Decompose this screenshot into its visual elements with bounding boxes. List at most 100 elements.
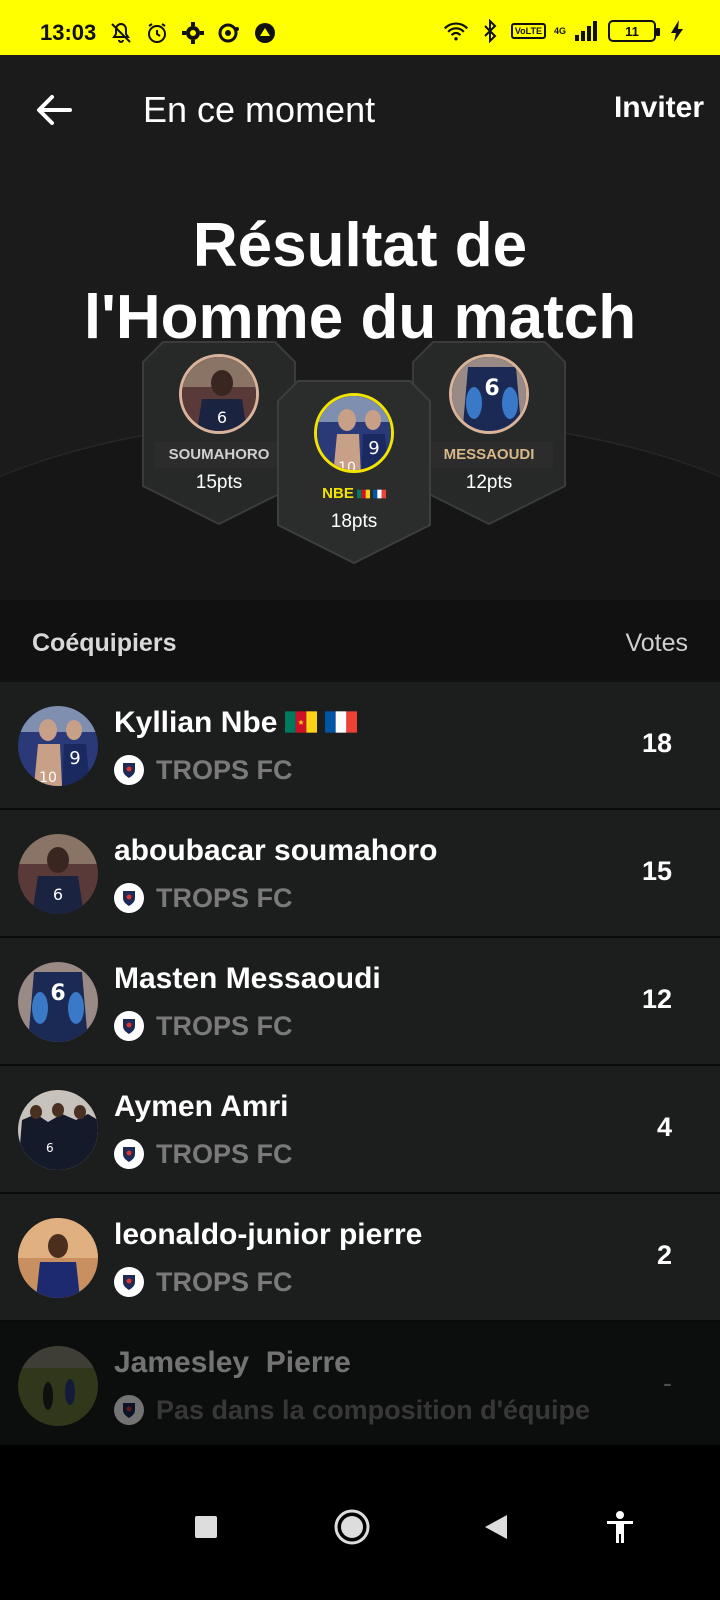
team-name: TROPS FC [156, 1138, 293, 1169]
player-team: TROPS FC [114, 1138, 293, 1170]
team-badge-icon [114, 755, 144, 785]
svg-text:6: 6 [46, 1141, 54, 1155]
page-title: En ce moment [143, 89, 376, 130]
player-team: TROPS FC [114, 1010, 293, 1042]
podium-card-first[interactable]: 9 10 NBE 18pts [276, 379, 432, 565]
player-row[interactable]: 9 10 Kyllian Nbe TROPS FC 18 [0, 682, 720, 810]
avatar: 6 [179, 354, 259, 434]
france-flag-icon [325, 711, 358, 733]
hero-title-line2: l'Homme du match [83, 283, 637, 352]
svg-text:10: 10 [338, 460, 356, 473]
vote-count: 4 [656, 1112, 672, 1142]
team-badge-icon [114, 1267, 144, 1297]
accessibility-icon [607, 1511, 633, 1543]
svg-text:6: 6 [217, 408, 227, 427]
player-name: leonaldo-junior pierre [114, 1218, 423, 1251]
player-row[interactable]: 6 Masten Messaoudi TROPS FC 12 [0, 938, 720, 1066]
list-header: Coéquipiers Votes [0, 600, 720, 682]
home-circle-icon [334, 1509, 370, 1545]
player-name: Aymen Amri [114, 1090, 289, 1123]
team-badge-icon [114, 1395, 144, 1425]
votes-header: Votes [625, 629, 688, 657]
team-name: TROPS FC [156, 1010, 293, 1041]
team-badge-icon [114, 1139, 144, 1169]
svg-text:6: 6 [484, 376, 499, 401]
arrow-left-icon [37, 95, 72, 125]
hero-title: Résultat de l'Homme du match [0, 210, 720, 354]
podium-name: MESSAOUDI [425, 442, 553, 468]
app-notification-icon [216, 20, 242, 46]
square-icon [195, 1516, 217, 1538]
podium-points: 15pts [195, 472, 243, 493]
avatar: 6 [18, 962, 98, 1042]
avatar [18, 1218, 98, 1298]
avatar: 6 [18, 1090, 98, 1170]
player-name: Masten Messaoudi [114, 962, 381, 995]
player-row[interactable]: leonaldo-junior pierre TROPS FC 2 [0, 1194, 720, 1322]
status-bar: 13:03 VoLTE 4G 11 [0, 0, 720, 55]
vote-count: 2 [656, 1240, 672, 1270]
system-nav-bar [0, 1445, 720, 1600]
player-row[interactable]: Jamesley Pierre Pas dans la composition … [0, 1322, 720, 1450]
avatar: 6 [449, 354, 529, 434]
team-badge-icon [114, 883, 144, 913]
player-row[interactable]: 6 Aymen Amri TROPS FC 4 [0, 1066, 720, 1194]
bluetooth-icon [477, 18, 503, 44]
player-team: TROPS FC [114, 882, 293, 914]
invite-button[interactable]: Inviter [614, 91, 704, 125]
player-team: Pas dans la composition d'équipe [114, 1394, 590, 1426]
team-badge-icon [114, 1011, 144, 1041]
podium-card-third[interactable]: 6 MESSAOUDI 12pts [411, 340, 567, 526]
svg-text:6: 6 [53, 885, 63, 904]
france-flag-icon [372, 489, 386, 499]
podium-name-text: NBE [322, 485, 354, 502]
vote-count: - [663, 1368, 672, 1398]
top-app-bar: En ce moment Inviter [0, 55, 720, 165]
player-team: TROPS FC [114, 1266, 293, 1298]
podium-name: SOUMAHORO [155, 442, 283, 468]
player-row[interactable]: 6 aboubacar soumahoro TROPS FC 15 [0, 810, 720, 938]
lineup-status: Pas dans la composition d'équipe [156, 1394, 591, 1425]
svg-text:9: 9 [69, 748, 80, 769]
avatar: 9 10 [314, 393, 394, 473]
battery-icon: 11 [608, 20, 660, 42]
podium-points: 18pts [330, 511, 378, 532]
recents-button[interactable] [184, 1505, 228, 1549]
back-triangle-icon [485, 1515, 507, 1539]
back-nav-button[interactable] [474, 1505, 518, 1549]
cameroon-flag-icon [356, 489, 370, 499]
battery-level: 11 [625, 23, 639, 39]
accessibility-button[interactable] [598, 1505, 642, 1549]
avatar [18, 1346, 98, 1426]
player-name: Kyllian Nbe [114, 706, 358, 740]
player-name-text: Kyllian Nbe [114, 706, 278, 739]
back-button[interactable] [32, 88, 76, 132]
podium-card-second[interactable]: 6 SOUMAHORO 15pts [141, 340, 297, 526]
podium-name: NBE [302, 481, 406, 507]
team-name: TROPS FC [156, 1266, 293, 1297]
home-button[interactable] [330, 1505, 374, 1549]
svg-text:6: 6 [50, 981, 65, 1006]
status-time: 13:03 [40, 20, 97, 45]
status-notification-icons [108, 20, 278, 46]
vote-count: 15 [641, 856, 672, 886]
charging-icon [664, 18, 690, 44]
player-team: TROPS FC [114, 754, 293, 786]
hero-title-line1: Résultat de [192, 211, 528, 280]
team-name: TROPS FC [156, 754, 293, 785]
cameroon-flag-icon [285, 711, 318, 733]
svg-text:9: 9 [368, 438, 379, 459]
wifi-icon [443, 18, 469, 44]
results-hero: En ce moment Inviter Résultat de l'Homme… [0, 55, 720, 600]
team-name: TROPS FC [156, 882, 293, 913]
signal-icon [574, 18, 600, 44]
teammates-header: Coéquipiers [32, 629, 177, 657]
player-name: aboubacar soumahoro [114, 834, 438, 867]
svg-text:10: 10 [39, 770, 57, 786]
alarm-icon [144, 20, 170, 46]
podium-points: 12pts [465, 472, 513, 493]
avatar: 9 10 [18, 706, 98, 786]
network-type: 4G [553, 26, 566, 36]
app-badge-icon [252, 20, 278, 46]
player-name: Jamesley Pierre [114, 1346, 351, 1379]
